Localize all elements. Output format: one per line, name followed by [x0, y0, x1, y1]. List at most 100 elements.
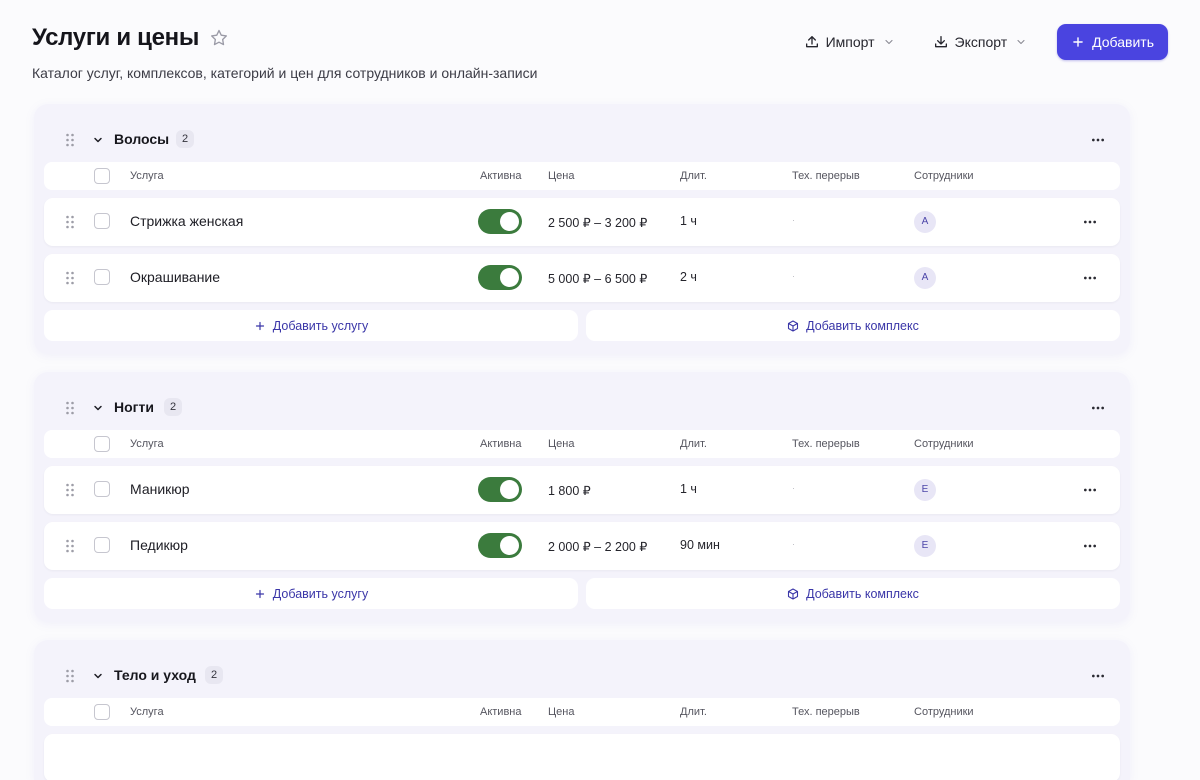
package-icon: [787, 319, 799, 332]
category-count-badge: 2: [176, 130, 194, 148]
column-duration: Длит.: [680, 438, 707, 450]
chevron-down-icon: [883, 36, 895, 48]
more-horizontal-icon[interactable]: [1090, 400, 1106, 416]
category-name: Тело и уход: [114, 667, 196, 683]
column-staff: Сотрудники: [914, 438, 974, 450]
chevron-down-icon[interactable]: [92, 670, 104, 682]
row-checkbox[interactable]: [94, 537, 110, 553]
category-header: Волосы 2: [34, 104, 1130, 162]
service-break: ·: [792, 483, 795, 493]
package-icon: [787, 587, 799, 600]
add-button[interactable]: Добавить: [1057, 24, 1168, 60]
drag-handle-icon[interactable]: [65, 483, 75, 497]
category-header: Тело и уход 2: [34, 640, 1130, 698]
plus-icon: [254, 588, 266, 600]
column-service: Услуга: [130, 170, 164, 182]
import-button[interactable]: Импорт: [796, 24, 903, 60]
avatar: Е: [914, 535, 936, 557]
category-group: Тело и уход 2 Услуга Активна Цена Длит. …: [34, 640, 1130, 780]
more-horizontal-icon[interactable]: [1082, 214, 1098, 230]
select-all-checkbox[interactable]: [94, 704, 110, 720]
page-title: Услуги и цены: [32, 24, 200, 51]
active-toggle[interactable]: [478, 209, 522, 234]
row-checkbox[interactable]: [94, 269, 110, 285]
plus-icon: [1071, 35, 1085, 49]
table-header: Услуга Активна Цена Длит. Тех. перерыв С…: [44, 698, 1120, 726]
more-horizontal-icon[interactable]: [1082, 538, 1098, 554]
avatar: А: [914, 211, 936, 233]
chevron-down-icon[interactable]: [92, 402, 104, 414]
avatar: А: [914, 267, 936, 289]
service-duration: 1 ч: [680, 214, 697, 228]
service-duration: 1 ч: [680, 482, 697, 496]
column-active: Активна: [480, 438, 522, 450]
table-row[interactable]: Педикюр 2 000 ₽ – 2 200 ₽ 90 мин · Е: [44, 522, 1120, 570]
more-horizontal-icon[interactable]: [1082, 270, 1098, 286]
add-actions: Добавить услугу Добавить комплекс: [44, 578, 1120, 609]
category-header: Ногти 2: [34, 372, 1130, 430]
category-count-badge: 2: [164, 398, 182, 416]
download-icon: [933, 34, 949, 50]
column-staff: Сотрудники: [914, 170, 974, 182]
chevron-down-icon[interactable]: [92, 134, 104, 146]
drag-handle-icon[interactable]: [65, 539, 75, 553]
service-duration: 2 ч: [680, 270, 697, 284]
export-button[interactable]: Экспорт: [925, 24, 1036, 60]
drag-handle-icon[interactable]: [65, 401, 75, 415]
table-header: Услуга Активна Цена Длит. Тех. перерыв С…: [44, 162, 1120, 190]
service-price: 5 000 ₽ – 6 500 ₽: [548, 272, 648, 286]
drag-handle-icon[interactable]: [65, 271, 75, 285]
chevron-down-icon: [1015, 36, 1027, 48]
add-complex-label: Добавить комплекс: [806, 318, 919, 333]
plus-icon: [254, 320, 266, 332]
column-break: Тех. перерыв: [792, 438, 860, 450]
add-service-button[interactable]: Добавить услугу: [44, 578, 578, 609]
add-complex-button[interactable]: Добавить комплекс: [586, 310, 1120, 341]
column-active: Активна: [480, 170, 522, 182]
add-service-label: Добавить услугу: [272, 586, 369, 601]
table-row[interactable]: Стрижка женская 2 500 ₽ – 3 200 ₽ 1 ч · …: [44, 198, 1120, 246]
service-break: ·: [792, 539, 795, 549]
drag-handle-icon[interactable]: [65, 215, 75, 229]
service-price: 2 500 ₽ – 3 200 ₽: [548, 216, 648, 230]
more-horizontal-icon[interactable]: [1090, 132, 1106, 148]
service-price: 2 000 ₽ – 2 200 ₽: [548, 540, 648, 554]
active-toggle[interactable]: [478, 265, 522, 290]
table-header: Услуга Активна Цена Длит. Тех. перерыв С…: [44, 430, 1120, 458]
category-group: Волосы 2 Услуга Активна Цена Длит. Тех. …: [34, 104, 1130, 354]
service-name: Маникюр: [130, 481, 190, 497]
select-all-checkbox[interactable]: [94, 436, 110, 452]
select-all-checkbox[interactable]: [94, 168, 110, 184]
service-name: Окрашивание: [130, 269, 221, 285]
add-complex-button[interactable]: Добавить комплекс: [586, 578, 1120, 609]
star-icon[interactable]: [209, 28, 229, 48]
add-service-button[interactable]: Добавить услугу: [44, 310, 578, 341]
toggle-knob: [500, 268, 519, 287]
drag-handle-icon[interactable]: [65, 133, 75, 147]
table-row[interactable]: Маникюр 1 800 ₽ 1 ч · Е: [44, 466, 1120, 514]
service-price: 1 800 ₽: [548, 484, 591, 498]
column-break: Тех. перерыв: [792, 706, 860, 718]
category-group: Ногти 2 Услуга Активна Цена Длит. Тех. п…: [34, 372, 1130, 622]
active-toggle[interactable]: [478, 533, 522, 558]
export-label: Экспорт: [954, 34, 1008, 50]
more-horizontal-icon[interactable]: [1082, 482, 1098, 498]
active-toggle[interactable]: [478, 477, 522, 502]
row-checkbox[interactable]: [94, 481, 110, 497]
add-complex-label: Добавить комплекс: [806, 586, 919, 601]
column-service: Услуга: [130, 438, 164, 450]
category-name: Волосы: [114, 131, 170, 147]
service-duration: 90 мин: [680, 538, 720, 552]
row-checkbox[interactable]: [94, 213, 110, 229]
toggle-knob: [500, 212, 519, 231]
table-row[interactable]: [44, 734, 1120, 780]
import-label: Импорт: [825, 34, 875, 50]
column-price: Цена: [548, 438, 575, 450]
category-count-badge: 2: [205, 666, 223, 684]
toggle-knob: [500, 536, 519, 555]
more-horizontal-icon[interactable]: [1090, 668, 1106, 684]
table-row[interactable]: Окрашивание 5 000 ₽ – 6 500 ₽ 2 ч · А: [44, 254, 1120, 302]
drag-handle-icon[interactable]: [65, 669, 75, 683]
column-price: Цена: [548, 706, 575, 718]
column-service: Услуга: [130, 706, 164, 718]
